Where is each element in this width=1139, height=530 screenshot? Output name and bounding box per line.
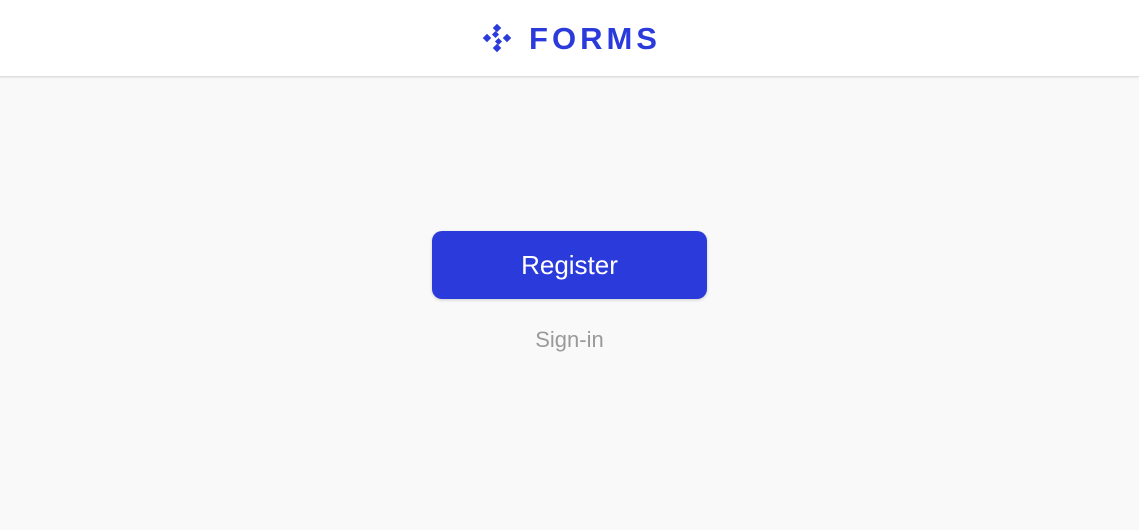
main-content: Register Sign-in bbox=[0, 77, 1139, 530]
sign-in-link[interactable]: Sign-in bbox=[432, 327, 707, 353]
top-app-bar: FORMS bbox=[0, 0, 1139, 77]
diamond-grid-icon bbox=[482, 23, 512, 53]
brand: FORMS bbox=[481, 22, 661, 54]
register-button[interactable]: Register bbox=[432, 231, 707, 299]
brand-name: FORMS bbox=[529, 20, 661, 56]
